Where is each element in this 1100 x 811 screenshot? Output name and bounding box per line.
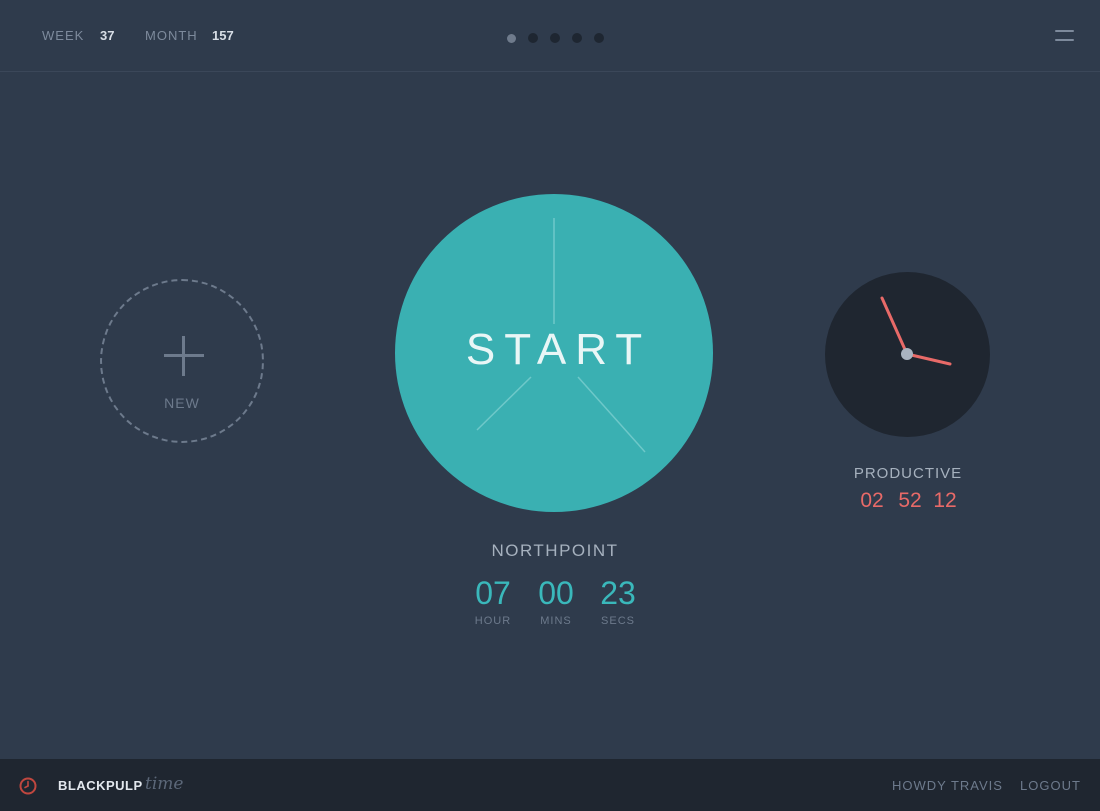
timer-minutes: 00 <box>538 575 574 611</box>
logout-link[interactable]: LOGOUT <box>1020 778 1081 793</box>
timer-hours: 07 <box>475 575 511 611</box>
brand-subtitle: time <box>145 774 184 794</box>
page-dot-3[interactable] <box>550 33 560 43</box>
page-dot-5[interactable] <box>594 33 604 43</box>
page-dot-2[interactable] <box>528 33 538 43</box>
new-project-button[interactable]: NEW <box>100 279 264 443</box>
start-button[interactable]: START <box>395 194 713 512</box>
page-dot-4[interactable] <box>572 33 582 43</box>
productive-hours: 02 <box>860 489 884 512</box>
top-bar: WEEK 37 MONTH 157 <box>0 0 1100 72</box>
week-count: 37 <box>100 28 115 43</box>
start-label: START <box>465 325 652 374</box>
clock-icon <box>825 272 990 437</box>
timer-seconds: 23 <box>600 575 636 611</box>
new-project-label: NEW <box>164 395 200 411</box>
productive-seconds: 12 <box>933 489 957 512</box>
user-greeting[interactable]: HOWDY TRAVIS <box>892 778 1003 793</box>
timer-minutes-unit: MINS <box>540 615 572 627</box>
week-label: WEEK <box>42 28 85 43</box>
plus-icon <box>164 336 204 376</box>
month-count: 157 <box>212 28 234 43</box>
brand-name: BLACKPULP <box>58 778 143 793</box>
page-indicator <box>507 33 604 43</box>
clock-logo-icon <box>19 777 37 795</box>
footer-bar: BLACKPULP time HOWDY TRAVIS LOGOUT <box>0 759 1100 811</box>
page-dot-1[interactable] <box>507 33 516 43</box>
productive-minutes: 52 <box>898 489 922 512</box>
hamburger-icon[interactable] <box>1055 29 1074 43</box>
project-name: NORTHPOINT <box>491 541 619 560</box>
month-label: MONTH <box>145 28 198 43</box>
productive-label: PRODUCTIVE <box>853 465 963 482</box>
timer-seconds-unit: SECS <box>601 615 635 627</box>
timer-hours-unit: HOUR <box>474 615 512 627</box>
